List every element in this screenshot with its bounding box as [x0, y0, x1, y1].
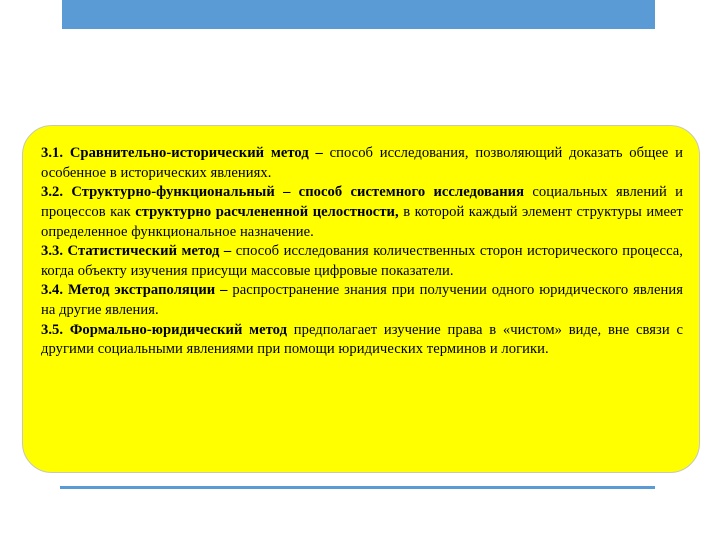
method-dash: – [219, 243, 236, 260]
list-item: 3.3. Статистический метод – способ иссле… [41, 242, 683, 281]
header-decorative-bar [62, 0, 655, 29]
list-item: 3.4. Метод экстраполяции – распространен… [41, 281, 683, 320]
method-number: 3.3. [41, 243, 64, 260]
method-term: Сравнительно-исторический метод [69, 145, 309, 161]
method-term: Метод экстраполяции [67, 282, 216, 299]
method-number: 3.2. [41, 184, 64, 201]
methods-content-panel: 3.1. Сравнительно-исторический метод – с… [22, 125, 700, 473]
method-bold-lead: способ системного исследования [298, 184, 525, 201]
list-item: 3.2. Структурно-функциональный – способ … [41, 183, 683, 242]
method-dash [287, 322, 294, 338]
method-number: 3.5. [41, 321, 64, 338]
method-term: Формально-юридический метод [69, 321, 288, 338]
method-dash: – [215, 282, 233, 299]
method-emphasis: структурно расчлененной целостности, [135, 203, 399, 220]
footer-decorative-rule [60, 486, 655, 489]
method-number: 3.4. [41, 282, 64, 299]
method-dash: – [274, 184, 299, 201]
slide-canvas: 3.1. Сравнительно-исторический метод – с… [0, 0, 720, 540]
methods-list: 3.1. Сравнительно-исторический метод – с… [41, 144, 683, 360]
list-item: 3.5. Формально-юридический метод предпол… [41, 321, 683, 360]
method-term: Структурно-функциональный [71, 184, 275, 201]
list-item: 3.1. Сравнительно-исторический метод – с… [41, 144, 683, 183]
method-term: Статистический метод [67, 243, 220, 260]
method-number: 3.1. [41, 145, 64, 161]
method-dash: – [308, 145, 330, 161]
